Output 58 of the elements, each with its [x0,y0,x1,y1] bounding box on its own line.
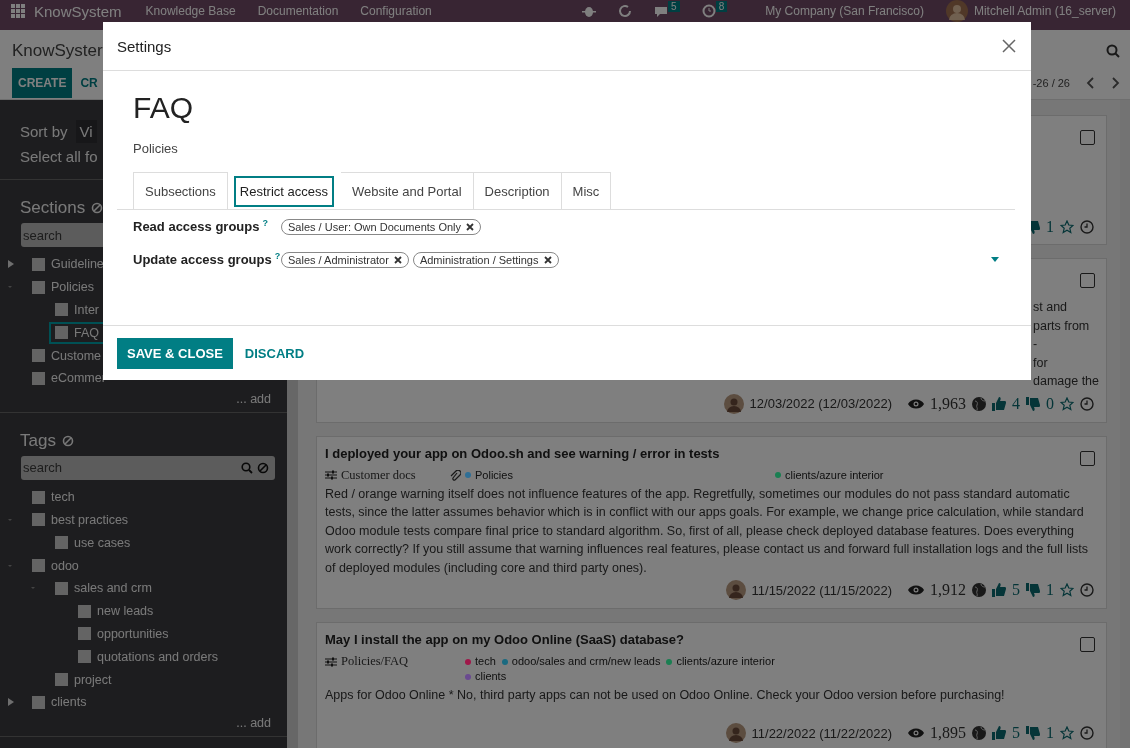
field-label: Read access groups [133,219,260,235]
tree-item-label: sales and crm [74,581,152,596]
tree-item-label: project [74,672,112,687]
tree-item-label: Inter [74,303,99,317]
tag-label: clients/azure interior [785,467,884,483]
article-excerpt: damage the [1033,373,1098,390]
group-tag-label: Sales / Administrator [288,253,389,266]
pager-value: -26 / 26 [1032,77,1070,89]
activity-count-badge: 8 [715,1,728,12]
article-excerpt: Apps for Odoo Online * No, third party apps can not be used on Odoo Online. Check your Odoo version before purchasing! [325,687,1006,704]
tree-item-label: tech [51,490,75,505]
group-tag-label: Administration / Settings [419,253,539,266]
article-excerpt: for [1033,354,1049,372]
record-name: FAQ [133,91,194,125]
tag-label: tech [475,654,496,669]
tree-item-label: quotations and orders [97,649,218,664]
tree-item-label: opportunities [97,626,169,641]
dislike-count: 1 [1046,724,1054,742]
tag-label: clients/azure interior [676,654,775,669]
article-date: 11/22/2022 (11/22/2022) [751,725,892,741]
tree-item-label: clients [51,695,87,710]
group-tag-label: Sales / User: Own Documents Only [288,220,461,233]
tree-item-label: Policies [51,280,95,295]
tree-item-label: use cases [74,535,131,550]
message-count-badge: 5 [668,1,680,12]
view-count: 1,895 [930,724,966,742]
tag-label: Policies [475,467,513,483]
field-label: Update access groups [133,252,272,268]
tag-label: clients [475,669,507,684]
tree-item-label: best practices [51,512,129,527]
tree-item-label: Guideline [51,257,104,272]
like-count: 5 [1012,724,1020,742]
dialog-title: Settings [117,37,172,55]
article-section: Policies/FAQ [341,654,409,669]
article-date: 12/03/2022 (12/03/2022) [749,396,892,411]
tree-item-label: FAQ [74,325,99,340]
article-date: 11/15/2022 (11/15/2022) [751,582,892,598]
breadcrumb: KnowSyster [12,41,103,61]
dislike-count: 1 [1046,581,1054,599]
article-excerpt: st and [1033,299,1069,316]
article-section: Customer docs [341,467,416,483]
like-count: 4 [1012,394,1020,413]
parent-section: Policies [133,141,1015,156]
like-count: 5 [1012,581,1020,599]
view-count: 1,963 [930,394,966,413]
article-excerpt: Red / orange warning itself does not influence features of the app. Regretfully, sometimes our modules do not pass standard automatic tests, since the latter assumes behavior which is in conflict with our apps goals. For example, we change price calculation, while standard Odoo module tests compare final price to standard algorithm. So, first of all, please check deployed database features. Does everything work correctly? If you still assume that warning influences real features, please contact us and forward full installation logs and the full lists of deployed modules (including core and third party ones). [325,485,1089,577]
tree-item-label: Custome [51,348,102,363]
sort-label: Sort by [20,122,68,140]
article-excerpt: parts from [1033,317,1091,335]
tree-item-label: odoo [51,558,79,573]
view-count: 1,912 [930,581,966,599]
section-title: Sections [20,198,86,218]
tag-label: odoo/sales and crm/new leads [511,654,661,669]
dislike-count: 0 [1046,394,1054,413]
article-excerpt: - [1033,336,1039,353]
section-title: Tags [20,430,56,451]
tree-item-label: new leads [97,604,154,619]
dislike-count: 1 [1046,218,1054,236]
